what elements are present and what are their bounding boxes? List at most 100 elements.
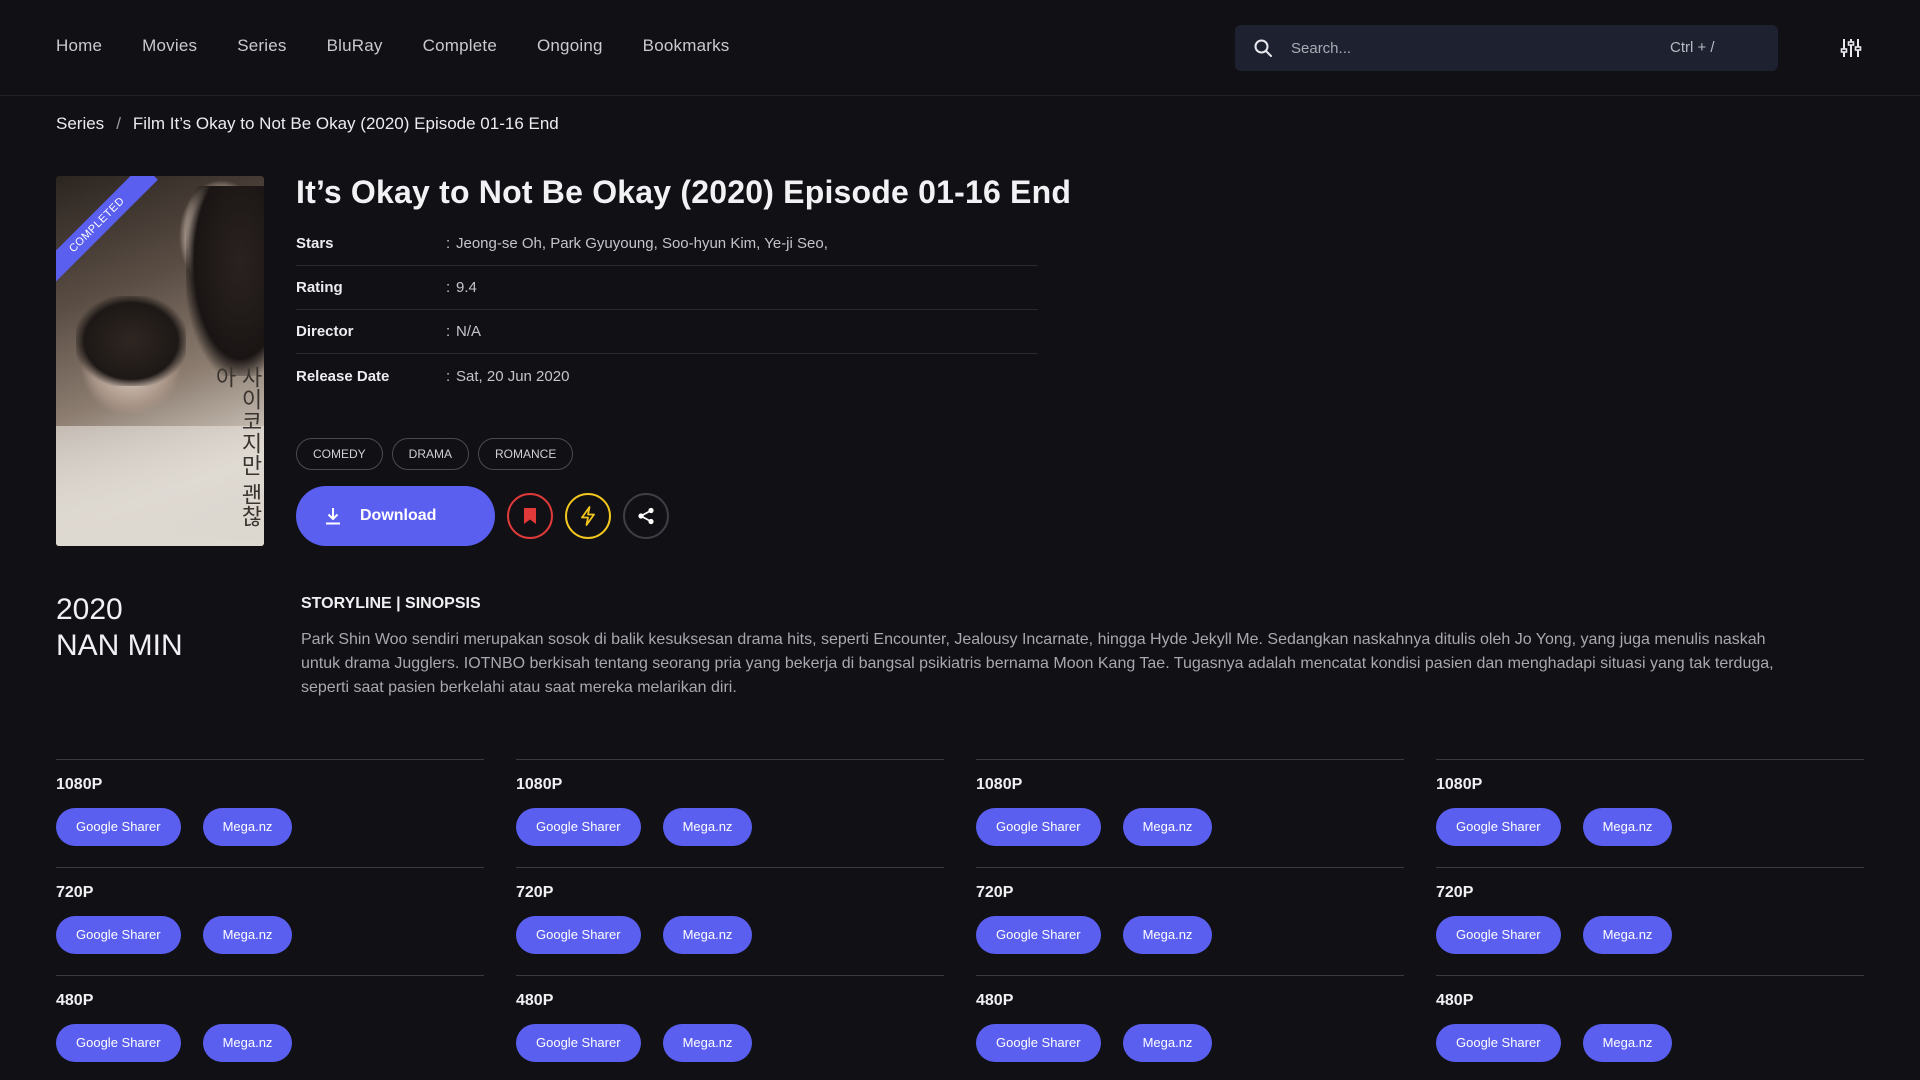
nav-series[interactable]: Series — [237, 36, 286, 56]
nav-complete[interactable]: Complete — [423, 36, 497, 56]
download-link-group: Google Sharer Mega.nz — [976, 1024, 1404, 1062]
download-link-group: Google Sharer Mega.nz — [56, 916, 484, 954]
meta-value: N/A — [456, 323, 482, 340]
google-sharer-button[interactable]: Google Sharer — [56, 916, 181, 954]
mega-nz-button[interactable]: Mega.nz — [662, 808, 753, 846]
genre-tag-comedy[interactable]: COMEDY — [296, 438, 383, 470]
google-sharer-button[interactable]: Google Sharer — [1436, 916, 1561, 954]
resolution-label: 720P — [1436, 884, 1474, 901]
storyline-heading: STORYLINE | SINOPSIS — [301, 595, 481, 612]
google-sharer-button[interactable]: Google Sharer — [1436, 1024, 1561, 1062]
mega-nz-button[interactable]: Mega.nz — [1122, 1024, 1213, 1062]
genre-tags: COMEDY DRAMA ROMANCE — [296, 438, 574, 470]
breadcrumb: Series / Film It’s Okay to Not Be Okay (… — [56, 114, 559, 134]
meta-value: 9.4 — [456, 279, 477, 296]
download-resolution-block: 1080P Google Sharer Mega.nz — [56, 759, 484, 867]
download-column: 1080P Google Sharer Mega.nz 720P Google Shar… — [56, 759, 484, 1080]
google-sharer-button[interactable]: Google Sharer — [976, 916, 1101, 954]
resolution-label: 720P — [516, 884, 554, 901]
google-sharer-button[interactable]: Google Sharer — [56, 1024, 181, 1062]
meta-colon: : — [446, 367, 451, 385]
resolution-label: 1080P — [516, 776, 563, 793]
resolution-label: 480P — [976, 992, 1014, 1009]
google-sharer-button[interactable]: Google Sharer — [516, 916, 641, 954]
resolution-label: 720P — [56, 884, 94, 901]
resolution-label: 1080P — [56, 776, 103, 793]
mega-nz-button[interactable]: Mega.nz — [202, 916, 293, 954]
mega-nz-button[interactable]: Mega.nz — [202, 808, 293, 846]
mega-nz-button[interactable]: Mega.nz — [1122, 916, 1213, 954]
breadcrumb-current: Film It’s Okay to Not Be Okay (2020) Epi… — [132, 114, 559, 133]
bookmark-icon — [524, 508, 536, 524]
mega-nz-button[interactable]: Mega.nz — [1582, 808, 1673, 846]
genre-tag-drama[interactable]: DRAMA — [391, 438, 470, 470]
resolution-label: 1080P — [1436, 776, 1483, 793]
download-column: 1080P Google Sharer Mega.nz 720P Google Shar… — [516, 759, 944, 1080]
mega-nz-button[interactable]: Mega.nz — [1582, 916, 1673, 954]
meta-label: Release Date — [296, 367, 390, 385]
country: NAN MIN — [56, 629, 183, 662]
search-shortcut-hint: Ctrl + / — [1670, 39, 1715, 56]
download-link-group: Google Sharer Mega.nz — [976, 916, 1404, 954]
completed-ribbon: COMPLETED — [56, 176, 158, 286]
nav-bluray[interactable]: BluRay — [327, 36, 383, 56]
download-resolution-block: 480P Google Sharer Mega.nz — [56, 975, 484, 1080]
top-bar: Home Movies Series BluRay Complete Ongoi… — [0, 0, 1920, 96]
resolution-label: 480P — [56, 992, 94, 1009]
resolution-label: 480P — [1436, 992, 1474, 1009]
download-link-group: Google Sharer Mega.nz — [516, 916, 944, 954]
download-link-group: Google Sharer Mega.nz — [1436, 808, 1864, 846]
download-link-group: Google Sharer Mega.nz — [1436, 1024, 1864, 1062]
quick-action-button[interactable] — [565, 493, 611, 539]
download-resolution-block: 480P Google Sharer Mega.nz — [976, 975, 1404, 1080]
page-title: It’s Okay to Not Be Okay (2020) Episode … — [296, 174, 1072, 210]
search-box: Ctrl + / — [1235, 25, 1778, 71]
mega-nz-button[interactable]: Mega.nz — [662, 916, 753, 954]
mega-nz-button[interactable]: Mega.nz — [662, 1024, 753, 1062]
meta-colon: : — [446, 235, 451, 252]
download-icon — [326, 508, 340, 525]
download-resolution-block: 720P Google Sharer Mega.nz — [516, 867, 944, 975]
google-sharer-button[interactable]: Google Sharer — [976, 808, 1101, 846]
download-column: 1080P Google Sharer Mega.nz 720P Google Shar… — [976, 759, 1404, 1080]
download-button[interactable]: Download — [296, 486, 495, 546]
meta-row-rating: Rating : 9.4 — [296, 266, 1038, 310]
main-nav: Home Movies Series BluRay Complete Ongoi… — [56, 36, 730, 56]
nav-movies[interactable]: Movies — [142, 36, 197, 56]
breadcrumb-separator: / — [116, 114, 121, 133]
nav-bookmarks[interactable]: Bookmarks — [643, 36, 730, 56]
google-sharer-button[interactable]: Google Sharer — [1436, 808, 1561, 846]
download-link-group: Google Sharer Mega.nz — [56, 808, 484, 846]
search-icon[interactable] — [1253, 38, 1273, 58]
genre-tag-romance[interactable]: ROMANCE — [478, 438, 574, 470]
breadcrumb-series-link[interactable]: Series — [56, 114, 104, 134]
nav-ongoing[interactable]: Ongoing — [537, 36, 603, 56]
google-sharer-button[interactable]: Google Sharer — [516, 1024, 641, 1062]
download-resolution-block: 1080P Google Sharer Mega.nz — [516, 759, 944, 867]
search-input[interactable] — [1291, 25, 1631, 71]
share-icon — [638, 507, 654, 525]
nav-home[interactable]: Home — [56, 36, 102, 56]
storyline-text: Park Shin Woo sendiri merupakan sosok di… — [301, 631, 1774, 696]
download-resolution-block: 1080P Google Sharer Mega.nz — [1436, 759, 1864, 867]
mega-nz-button[interactable]: Mega.nz — [1582, 1024, 1673, 1062]
google-sharer-button[interactable]: Google Sharer — [56, 808, 181, 846]
meta-colon: : — [446, 279, 451, 296]
download-link-group: Google Sharer Mega.nz — [516, 808, 944, 846]
google-sharer-button[interactable]: Google Sharer — [976, 1024, 1101, 1062]
filter-sliders-icon[interactable] — [1839, 36, 1863, 60]
meta-value: Jeong-se Oh, Park Gyuyoung, Soo-hyun Kim… — [456, 235, 828, 252]
mega-nz-button[interactable]: Mega.nz — [202, 1024, 293, 1062]
download-resolution-block: 480P Google Sharer Mega.nz — [1436, 975, 1864, 1080]
share-button[interactable] — [623, 493, 669, 539]
download-link-group: Google Sharer Mega.nz — [976, 808, 1404, 846]
meta-value: Sat, 20 Jun 2020 — [456, 367, 570, 385]
mega-nz-button[interactable]: Mega.nz — [1122, 808, 1213, 846]
bookmark-button[interactable] — [507, 493, 553, 539]
poster-korean-title: 사이코지만 괜찮아 — [211, 366, 262, 527]
action-bar: Download — [296, 486, 669, 546]
resolution-label: 720P — [976, 884, 1014, 901]
download-resolution-block: 720P Google Sharer Mega.nz — [976, 867, 1404, 975]
resolution-label: 480P — [516, 992, 554, 1009]
google-sharer-button[interactable]: Google Sharer — [516, 808, 641, 846]
